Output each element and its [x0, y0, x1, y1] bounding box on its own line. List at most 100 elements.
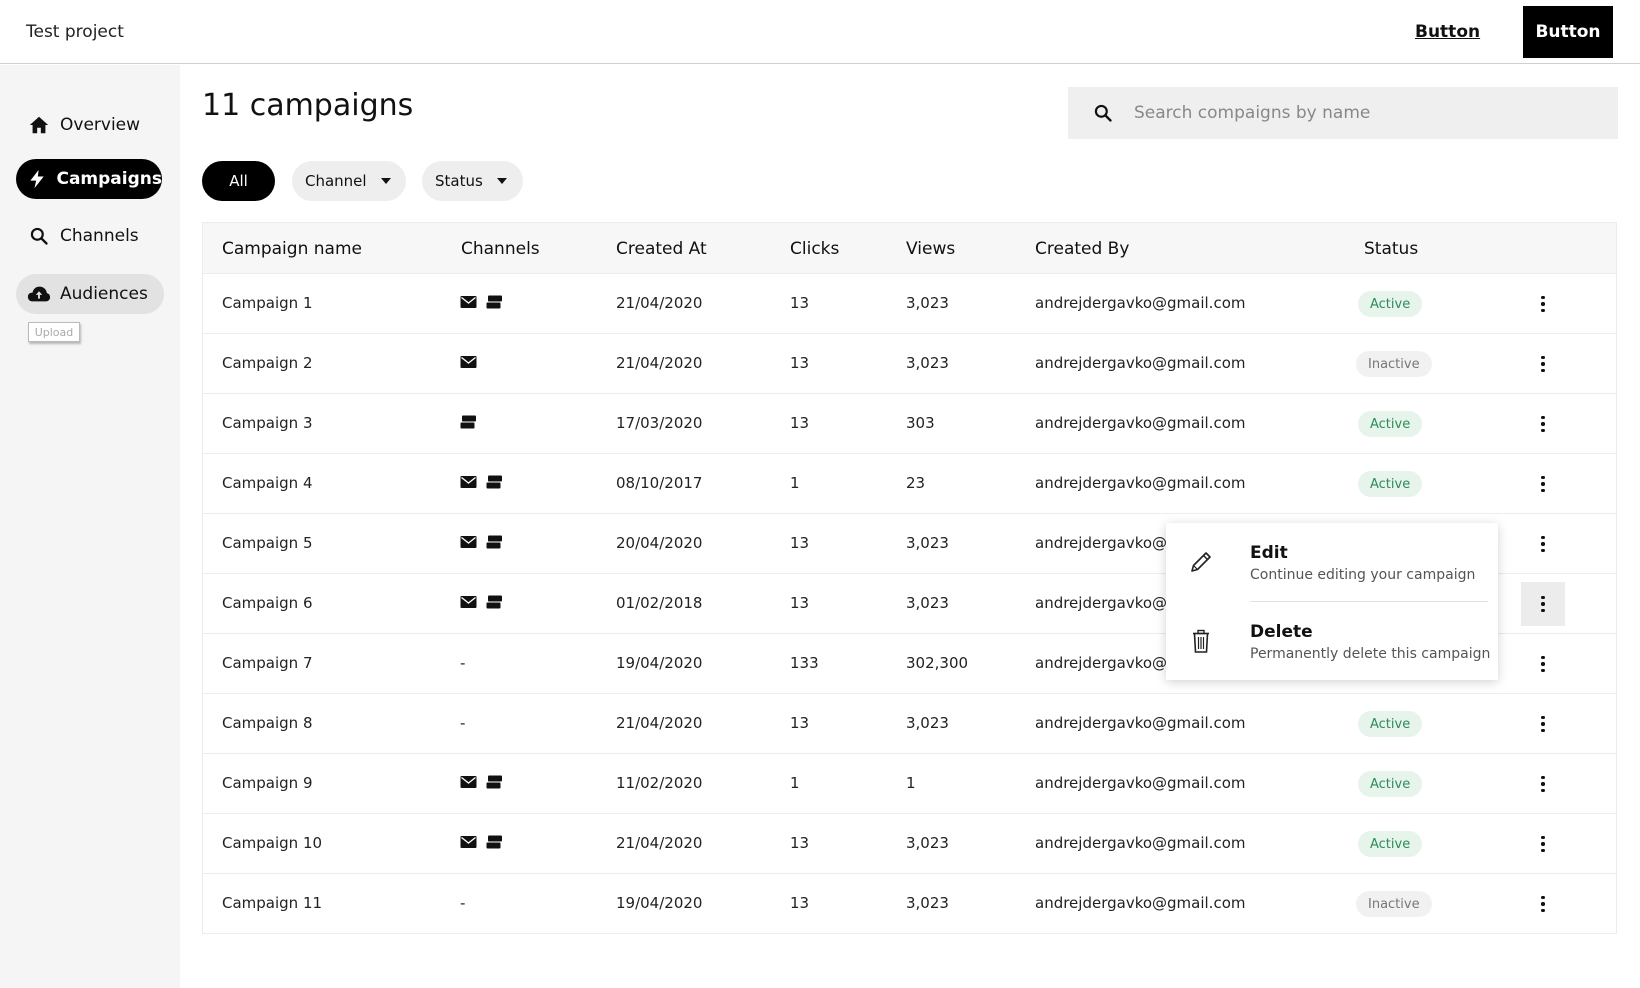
filter-channel-dropdown[interactable]: Channel [292, 161, 406, 201]
views: 3,023 [906, 894, 949, 912]
channel-icons [460, 774, 503, 794]
campaign-name[interactable]: Campaign 8 [222, 714, 313, 732]
dot [1541, 662, 1545, 666]
menu-item-delete[interactable]: Delete Permanently delete this campaign [1166, 602, 1498, 680]
created-at: 08/10/2017 [616, 474, 703, 492]
campaign-name[interactable]: Campaign 6 [222, 594, 313, 612]
dot [1541, 782, 1545, 786]
status-badge: Active [1358, 711, 1423, 737]
sms-icon [486, 775, 503, 793]
column-header[interactable]: Created At [616, 239, 707, 259]
menu-item-edit[interactable]: Edit Continue editing your campaign [1166, 523, 1498, 601]
sidebar-item-audiences[interactable]: Audiences [16, 274, 164, 314]
status-badge: Active [1358, 411, 1423, 437]
created-by: andrejdergavko@gi [1035, 594, 1181, 612]
more-actions-button[interactable] [1521, 462, 1565, 506]
more-actions-button[interactable] [1521, 582, 1565, 626]
dot [1541, 542, 1545, 546]
created-at: 01/02/2018 [616, 594, 703, 612]
campaign-name[interactable]: Campaign 10 [222, 834, 322, 852]
column-header[interactable]: Clicks [790, 239, 839, 259]
sms-icon [486, 475, 503, 493]
table-row[interactable]: Campaign 3 17/03/2020 13 303 andrejdergavko@… [203, 393, 1616, 453]
more-actions-button[interactable] [1521, 762, 1565, 806]
campaign-name[interactable]: Campaign 1 [222, 294, 313, 312]
more-actions-button[interactable] [1521, 822, 1565, 866]
campaign-name[interactable]: Campaign 4 [222, 474, 313, 492]
dot [1541, 668, 1545, 673]
sidebar-item-label: Channels [60, 226, 139, 246]
created-by: andrejdergavko@gmail.com [1035, 414, 1246, 432]
table-row[interactable]: Campaign 8 - 21/04/2020 13 3,023 andrejdergav… [203, 693, 1616, 753]
table-row[interactable]: Campaign 10 21/04/2020 13 3,023 andrejdergav… [203, 813, 1616, 873]
email-icon [460, 355, 477, 373]
sidebar-item-label: Campaigns [56, 169, 162, 189]
more-actions-button[interactable] [1521, 882, 1565, 926]
pencil-icon [1184, 545, 1218, 579]
more-actions-button[interactable] [1521, 522, 1565, 566]
header-link-button[interactable]: Button [1415, 22, 1480, 42]
search-input[interactable] [1134, 103, 1574, 123]
campaign-name[interactable]: Campaign 5 [222, 534, 313, 552]
campaign-name[interactable]: Campaign 9 [222, 774, 313, 792]
more-actions-button[interactable] [1521, 282, 1565, 326]
sms-icon [486, 595, 503, 613]
table-row[interactable]: Campaign 1 21/04/2020 13 3,023 andrejdergavk… [203, 273, 1616, 333]
sidebar-item-channels[interactable]: Channels [16, 216, 156, 256]
created-at: 11/02/2020 [616, 774, 703, 792]
more-actions-button[interactable] [1521, 642, 1565, 686]
created-by: andrejdergavko@gi [1035, 534, 1181, 552]
dot [1541, 422, 1545, 426]
column-header[interactable]: Created By [1035, 239, 1129, 259]
channel-icons [460, 834, 503, 854]
search-bar [1068, 87, 1618, 139]
sms-icon [486, 835, 503, 853]
sidebar-item-overview[interactable]: Overview [16, 105, 156, 145]
lightning-icon [26, 166, 48, 192]
table-row[interactable]: Campaign 11 - 19/04/2020 13 3,023 andrejderga… [203, 873, 1616, 933]
campaign-name[interactable]: Campaign 7 [222, 654, 313, 672]
status-badge: Inactive [1356, 351, 1432, 377]
status-badge: Active [1358, 831, 1423, 857]
menu-item-description: Continue editing your campaign [1250, 567, 1476, 583]
dot [1541, 715, 1545, 720]
campaign-name[interactable]: Campaign 11 [222, 894, 322, 912]
cloud-upload-icon [26, 281, 52, 307]
header-primary-button[interactable]: Button [1523, 6, 1613, 58]
email-icon [460, 295, 477, 313]
filter-status-dropdown[interactable]: Status [422, 161, 523, 201]
table-row[interactable]: Campaign 4 08/10/2017 1 23 andrejdergavko@gm… [203, 453, 1616, 513]
dot [1541, 488, 1545, 493]
table-row[interactable]: Campaign 9 11/02/2020 1 1 andrejdergavko@gma… [203, 753, 1616, 813]
clicks: 13 [790, 354, 810, 372]
sidebar-item-label: Audiences [60, 284, 148, 304]
created-by: andrejdergavko@gmail.com [1035, 354, 1246, 372]
more-actions-button[interactable] [1521, 402, 1565, 446]
menu-item-title: Delete [1250, 622, 1313, 642]
column-header[interactable]: Campaign name [222, 239, 362, 259]
channel-icons [460, 294, 503, 314]
filter-all-chip[interactable]: All [202, 161, 275, 201]
more-actions-button[interactable] [1521, 702, 1565, 746]
dot [1541, 908, 1545, 913]
created-at: 21/04/2020 [616, 354, 703, 372]
dot [1541, 835, 1545, 840]
column-header[interactable]: Channels [461, 239, 540, 259]
table-row[interactable]: Campaign 2 21/04/2020 13 3,023 andrejdergavk… [203, 333, 1616, 393]
sidebar-item-campaigns[interactable]: Campaigns [16, 159, 162, 199]
column-header[interactable]: Views [906, 239, 955, 259]
created-by: andrejdergavko@gmail.com [1035, 894, 1246, 912]
dot [1541, 308, 1545, 313]
dot [1541, 848, 1545, 853]
sms-icon [460, 415, 477, 433]
clicks: 1 [790, 774, 800, 792]
email-icon [460, 535, 477, 553]
clicks: 13 [790, 834, 810, 852]
created-by: andrejdergavko@gmail.com [1035, 774, 1246, 792]
dot [1541, 548, 1545, 553]
campaign-name[interactable]: Campaign 2 [222, 354, 313, 372]
dot [1541, 602, 1545, 606]
more-actions-button[interactable] [1521, 342, 1565, 386]
campaign-name[interactable]: Campaign 3 [222, 414, 313, 432]
column-header[interactable]: Status [1364, 239, 1418, 259]
